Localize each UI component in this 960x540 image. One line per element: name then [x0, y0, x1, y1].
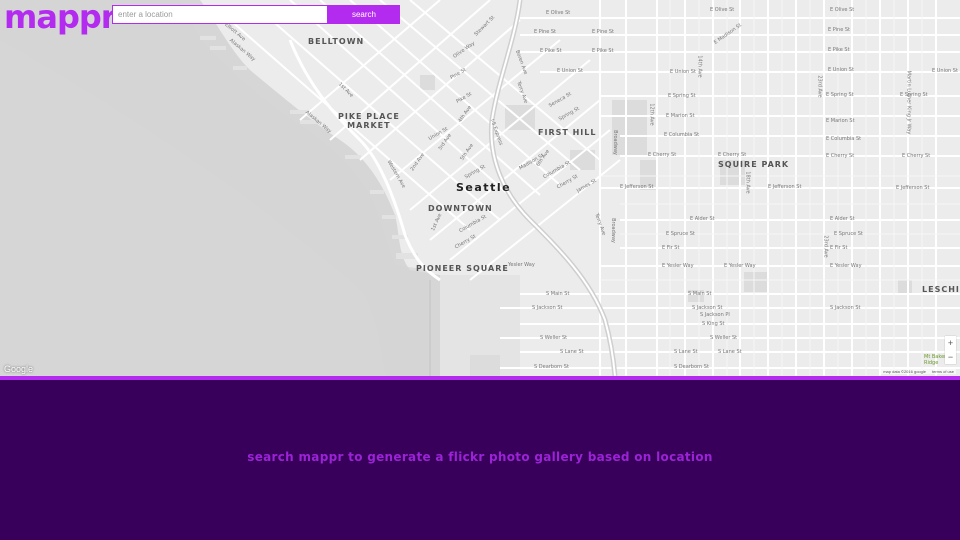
map-label-first-hill: FIRST HILL [538, 128, 597, 137]
street-label: Yesler Way [508, 262, 535, 268]
map-label-leschi: LESCHI [922, 285, 960, 294]
street-label: E Union St [828, 67, 854, 73]
map-label-pike-place-market: PIKE PLACE MARKET [338, 112, 400, 130]
street-label: E Jefferson St [768, 184, 802, 190]
street-label: E Cherry St [648, 152, 677, 158]
google-logo: Google [4, 364, 34, 374]
street-label: E Union St [932, 68, 958, 74]
street-label: E Cherry St [826, 153, 855, 159]
street-label: 12th Ave [648, 103, 655, 126]
street-label: E Union St [557, 68, 583, 74]
street-label: E Fir St [830, 245, 848, 251]
street-label: E Jefferson St [896, 185, 930, 191]
search-input[interactable] [112, 5, 328, 24]
street-label: S Jackson St [532, 305, 563, 311]
street-label: S Lane St [560, 349, 584, 355]
street-label: E Fir St [662, 245, 680, 251]
street-label: S Jackson St [830, 305, 861, 311]
brand-logo[interactable]: mappr [4, 0, 117, 36]
street-label: S Weller St [540, 335, 568, 341]
street-label: Mt Baker Ridge [924, 354, 947, 366]
street-label: S Weller St [710, 335, 738, 341]
street-label: Broadway [609, 218, 616, 243]
street-label: S King St [702, 321, 725, 327]
zoom-in-button[interactable]: + [945, 336, 956, 350]
map-label-belltown: BELLTOWN [308, 37, 365, 46]
street-label: S Dearborn St [534, 364, 569, 370]
street-label: 23rd Ave [822, 235, 829, 258]
street-label: E Columbia St [664, 132, 700, 138]
terms-link[interactable]: terms of use [932, 369, 954, 374]
zoom-out-button[interactable]: − [945, 350, 956, 364]
map-label-squire-park: SQUIRE PARK [718, 160, 790, 169]
gallery-panel: search mappr to generate a flickr photo … [0, 380, 960, 540]
search-form: search [112, 5, 400, 24]
street-label: 23rd Ave [816, 75, 823, 98]
street-label: E Cherry St [718, 152, 747, 158]
street-label: E Jefferson St [620, 184, 654, 190]
street-label: 14th Ave [696, 55, 703, 78]
zoom-control: + − [945, 336, 956, 364]
street-label: E Cherry St [902, 153, 931, 159]
street-label: E Olive St [710, 7, 735, 13]
street-label: E Alder St [830, 216, 855, 222]
street-label: 18th Ave [744, 171, 751, 194]
street-label: E Marion St [666, 113, 695, 119]
map-label-pioneer-square: PIONEER SQUARE [416, 264, 509, 273]
map-viewport[interactable]: BELLTOWN PIKE PLACE MARKET FIRST HILL DOW… [0, 0, 960, 376]
street-label: E Olive St [830, 7, 855, 13]
map-data-credit: map data ©2016 google [883, 369, 926, 374]
street-label: E Alder St [690, 216, 715, 222]
street-label: E Yesler Way [830, 263, 862, 269]
street-label: E Yesler Way [662, 263, 694, 269]
street-label: E Marion St [826, 118, 855, 124]
street-label: S Lane St [718, 349, 742, 355]
street-label: E Spring St [900, 92, 928, 98]
street-label: E Pike St [540, 48, 562, 54]
street-label: S Lane St [674, 349, 698, 355]
street-label: Martin Luther King Jr Way [905, 70, 912, 135]
street-label: E Olive St [546, 10, 571, 16]
map-label-city: Seattle [456, 181, 512, 194]
map-attribution: map data ©2016 google terms of use [881, 369, 956, 374]
street-label: S Jackson Pl [700, 312, 730, 318]
gallery-prompt: search mappr to generate a flickr photo … [247, 450, 713, 464]
search-button[interactable]: search [328, 5, 400, 24]
street-label: E Union St [670, 69, 696, 75]
street-label: E Pike St [592, 48, 614, 54]
street-label: E Spring St [668, 93, 696, 99]
street-label: E Spruce St [834, 231, 863, 237]
street-label: E Columbia St [826, 136, 862, 142]
street-label: E Spruce St [666, 231, 695, 237]
street-label: E Pike St [828, 47, 850, 53]
street-label: E Pine St [828, 27, 851, 33]
street-label: S Main St [688, 291, 712, 297]
street-label: S Dearborn St [674, 364, 709, 370]
street-label: E Yesler Way [724, 263, 756, 269]
street-label: E Pine St [534, 29, 557, 35]
street-label: E Spring St [826, 92, 854, 98]
street-label: E Pine St [592, 29, 615, 35]
street-label: S Jackson St [692, 305, 723, 311]
street-label: Broadway [611, 130, 618, 155]
street-label: S Main St [546, 291, 570, 297]
